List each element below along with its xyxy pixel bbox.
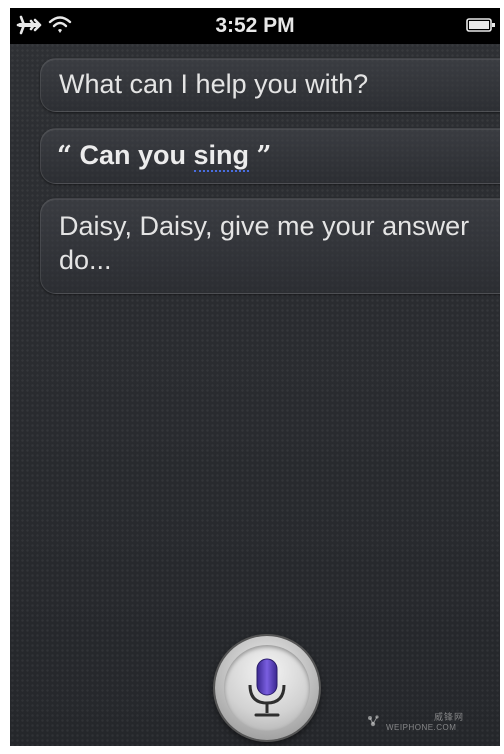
status-time: 3:52 PM — [215, 14, 295, 37]
microphone-button[interactable] — [215, 636, 319, 740]
battery-icon — [466, 18, 495, 32]
user-query-underlined-word[interactable]: sing — [193, 140, 250, 172]
siri-reply-bubble: Daisy, Daisy, give me your answer do... — [40, 198, 500, 294]
siri-screen: 3:52 PM What can I help you with? “ Can … — [10, 8, 500, 746]
watermark: 威锋网 WEIPHONE.COM — [364, 710, 498, 738]
status-bar: 3:52 PM — [10, 8, 500, 44]
weiphone-logo-icon — [368, 715, 379, 727]
user-query-bubble[interactable]: “ Can you sing ” — [40, 128, 500, 184]
device-frame: 3:52 PM What can I help you with? “ Can … — [0, 0, 504, 754]
user-query-text: “ Can you sing ” — [57, 138, 272, 173]
close-quote-mark: ” — [256, 141, 272, 171]
microphone-icon — [248, 658, 286, 717]
open-quote-mark: “ — [57, 141, 72, 171]
watermark-en-text: WEIPHONE.COM — [386, 723, 457, 732]
user-query-prefix: Can you — [79, 140, 194, 170]
siri-reply-text: Daisy, Daisy, give me your answer do... — [59, 211, 470, 275]
siri-prompt-text: What can I help you with? — [59, 69, 369, 99]
siri-prompt-bubble: What can I help you with? — [40, 58, 500, 112]
watermark-cn-text: 威锋网 — [434, 712, 465, 722]
microphone-button-inner — [224, 645, 310, 731]
